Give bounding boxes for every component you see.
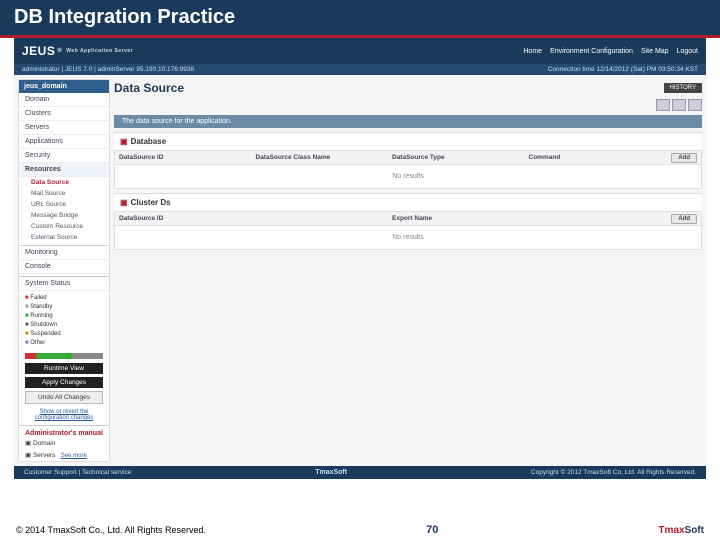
sidebar-item-monitoring[interactable]: Monitoring	[19, 246, 109, 260]
connection-time: Connection time 12/14/2012 (Sat) PM 03:5…	[548, 66, 698, 73]
col-datasource-class: DataSource Class Name	[252, 151, 389, 164]
sidebar-sub-mail[interactable]: Mail Source	[19, 188, 109, 199]
database-table-head: DataSource ID DataSource Class Name Data…	[115, 151, 701, 165]
footer-copyright: Copyright © 2012 TmaxSoft Co, Ltd. All R…	[531, 469, 696, 476]
sidebar-domain-head[interactable]: jeus_domain	[19, 80, 109, 93]
pending-changes-link[interactable]: Show or revert the configuration changes	[19, 407, 109, 423]
slide-title-bar: DB Integration Practice	[0, 0, 720, 38]
page-header: Data Source HISTORY	[114, 79, 702, 97]
manual-servers[interactable]: ▣ Servers See more	[19, 449, 109, 461]
sidebar-item-clusters[interactable]: Clusters	[19, 107, 109, 121]
undo-changes-button[interactable]: Undo All Changes	[25, 391, 103, 404]
section-database-head: ▣Database	[114, 132, 702, 150]
page-title: Data Source	[114, 81, 184, 95]
slide-footer: © 2014 TmaxSoft Co., Ltd. All Rights Res…	[0, 524, 720, 536]
slide-title: DB Integration Practice	[14, 6, 706, 29]
col-add: Add	[661, 151, 701, 164]
sub-info-bar: administrator | JEUS 7.0 | adminServer 9…	[14, 64, 706, 75]
company-logo: TmaxSoft	[658, 525, 704, 536]
status-other: Other	[25, 339, 103, 348]
footer-brand: TmaxSoft	[315, 469, 347, 476]
sidebar-system-status[interactable]: System Status	[19, 277, 109, 291]
runtime-view-button[interactable]: Runtime View	[25, 363, 103, 374]
section-clusterds-head: ▣Cluster Ds	[114, 193, 702, 211]
apply-changes-button[interactable]: Apply Changes	[25, 377, 103, 388]
help-icon[interactable]	[688, 99, 702, 111]
manual-domain[interactable]: ▣ Domain	[19, 437, 109, 449]
section-clusterds-label: Cluster Ds	[131, 198, 171, 207]
col-command: Command	[525, 151, 662, 164]
add-cluster-button[interactable]: Add	[671, 214, 697, 224]
col-datasource-id: DataSource ID	[115, 151, 252, 164]
logo-subtitle: Web Application Server	[66, 48, 133, 54]
sidebar: jeus_domain Domain Clusters Servers Appl…	[18, 79, 110, 462]
col-cluster-datasource-id: DataSource ID	[115, 212, 388, 225]
logo-part-a: Tmax	[658, 525, 684, 536]
sidebar-sub-custom[interactable]: Custom Resource	[19, 221, 109, 232]
manual-servers-label: Servers	[33, 452, 55, 459]
app-shell: JEUS® Web Application Server Home Enviro…	[14, 38, 706, 479]
slide-page-number: 70	[426, 524, 438, 536]
trademark-icon: ®	[57, 48, 62, 54]
manual-heading: Administrator's manual	[19, 426, 109, 437]
manual-domain-label: Domain	[33, 440, 55, 447]
sidebar-sub-msgbridge[interactable]: Message Bridge	[19, 210, 109, 221]
logo-text: JEUS	[22, 44, 55, 58]
sidebar-item-resources[interactable]: Resources	[19, 163, 109, 177]
clusterds-table: DataSource ID Export Name Add No results	[114, 211, 702, 250]
history-button[interactable]: HISTORY	[664, 83, 702, 93]
clusterds-noresult: No results	[115, 226, 701, 249]
main-content: Data Source HISTORY The data source for …	[114, 79, 702, 462]
expand-icon[interactable]	[672, 99, 686, 111]
col-datasource-type: DataSource Type	[388, 151, 525, 164]
tool-icon-row	[114, 97, 702, 113]
status-legend: Failed Standby Running Shutdown Suspende…	[19, 291, 109, 351]
workspace: jeus_domain Domain Clusters Servers Appl…	[14, 75, 706, 466]
nav-logout[interactable]: Logout	[677, 48, 698, 55]
topbar: JEUS® Web Application Server Home Enviro…	[14, 38, 706, 64]
nav-env-config[interactable]: Environment Configuration	[550, 48, 633, 55]
status-distribution-bar	[25, 353, 103, 359]
add-database-button[interactable]: Add	[671, 153, 697, 163]
status-failed: Failed	[25, 294, 103, 303]
sidebar-sub-datasource[interactable]: Data Source	[19, 177, 109, 188]
sidebar-item-security[interactable]: Security	[19, 149, 109, 163]
nav-home[interactable]: Home	[523, 48, 542, 55]
status-standby: Standby	[25, 303, 103, 312]
sidebar-item-servers[interactable]: Servers	[19, 121, 109, 135]
section-marker-icon: ▣	[120, 137, 128, 146]
sidebar-item-domain[interactable]: Domain	[19, 93, 109, 107]
sidebar-item-applications[interactable]: Applications	[19, 135, 109, 149]
section-database-label: Database	[131, 137, 167, 146]
slide-copyright: © 2014 TmaxSoft Co., Ltd. All Rights Res…	[16, 525, 206, 535]
status-running: Running	[25, 312, 103, 321]
status-suspended: Suspended	[25, 330, 103, 339]
section-marker-icon: ▣	[120, 198, 128, 207]
page-description: The data source for the application.	[114, 115, 702, 128]
database-table: DataSource ID DataSource Class Name Data…	[114, 150, 702, 189]
col-cluster-add: Add	[661, 212, 701, 225]
status-shutdown: Shutdown	[25, 321, 103, 330]
clusterds-table-head: DataSource ID Export Name Add	[115, 212, 701, 226]
col-cluster-export: Export Name	[388, 212, 661, 225]
sidebar-sub-url[interactable]: URL Source	[19, 199, 109, 210]
database-noresult: No results	[115, 165, 701, 188]
product-logo: JEUS® Web Application Server	[22, 44, 133, 58]
session-info: administrator | JEUS 7.0 | adminServer 9…	[22, 66, 194, 73]
sidebar-sub-external[interactable]: External Source	[19, 232, 109, 243]
refresh-icon[interactable]	[656, 99, 670, 111]
nav-sitemap[interactable]: Site Map	[641, 48, 669, 55]
app-footer: Customer Support | Technical service Tma…	[14, 466, 706, 479]
footer-left-links[interactable]: Customer Support | Technical service	[24, 469, 131, 476]
logo-part-b: Soft	[685, 525, 704, 536]
top-nav: Home Environment Configuration Site Map …	[523, 48, 698, 55]
manual-seemore-link[interactable]: See more	[61, 453, 87, 459]
sidebar-item-console[interactable]: Console	[19, 260, 109, 274]
